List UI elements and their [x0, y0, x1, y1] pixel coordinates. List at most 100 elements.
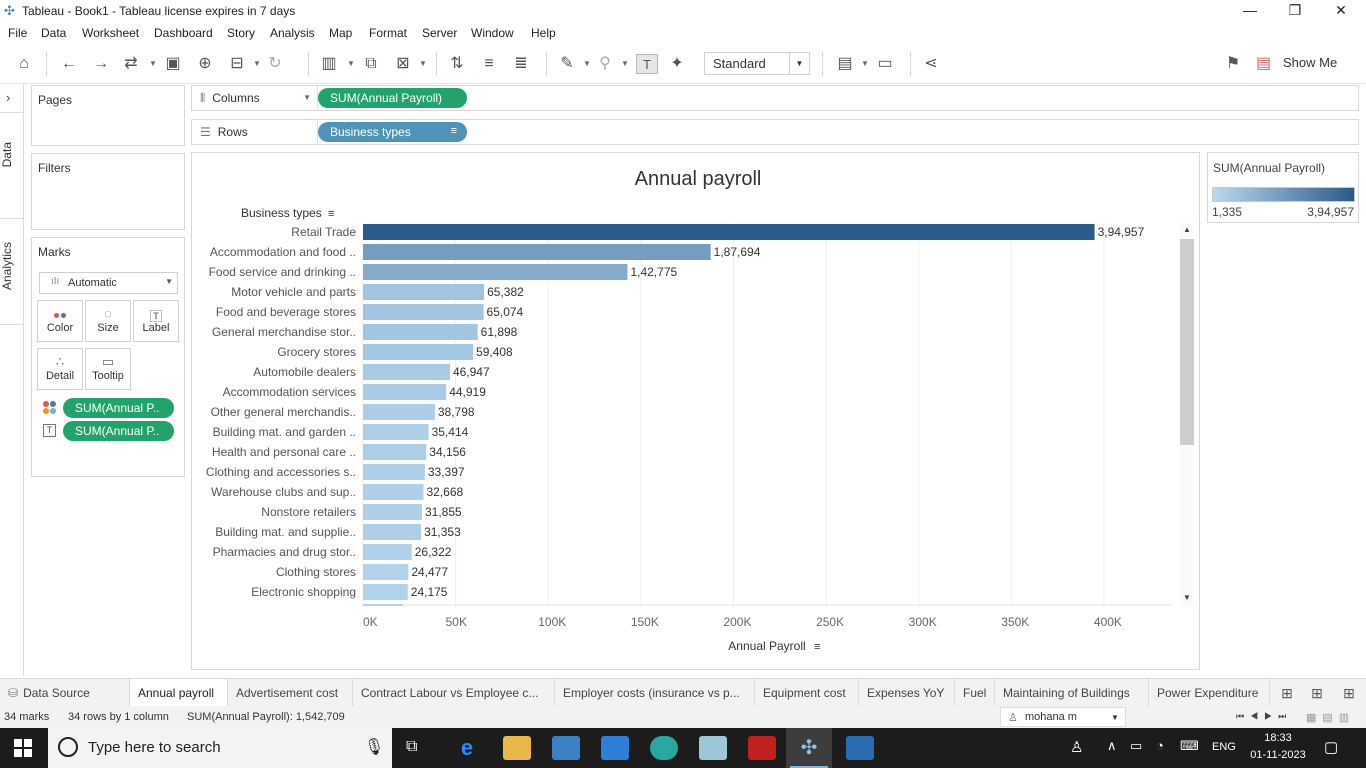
- marks-label-field-pill[interactable]: SUM(Annual P..: [63, 421, 174, 441]
- new-worksheet-icon[interactable]: ▥: [318, 54, 340, 74]
- menu-worksheet[interactable]: Worksheet: [82, 26, 139, 40]
- notepad-icon[interactable]: [699, 736, 727, 760]
- columns-shelf[interactable]: ⦀ Columns ▼ SUM(Annual Payroll): [191, 85, 1359, 111]
- share-icon[interactable]: ⋖: [920, 54, 942, 74]
- taskbar-search-box[interactable]: Type here to search 🎙: [48, 728, 392, 768]
- menu-analysis[interactable]: Analysis: [270, 26, 315, 40]
- acrobat-icon[interactable]: [748, 736, 776, 760]
- scroll-down-icon[interactable]: ▼: [1180, 593, 1194, 602]
- pause-updates-icon[interactable]: ⊟: [226, 54, 248, 74]
- tab-contract-labour[interactable]: Contract Labour vs Employee c...: [353, 679, 555, 706]
- marks-label-button[interactable]: 🅃 Label: [133, 300, 179, 342]
- analytics-tab[interactable]: Analytics: [0, 242, 24, 290]
- new-dashboard-icon[interactable]: ⊞: [1306, 683, 1328, 703]
- tableau-taskbar-icon[interactable]: ✣: [786, 728, 832, 768]
- tab-fuel[interactable]: Fuel: [955, 679, 995, 706]
- microphone-icon[interactable]: 🎙: [364, 737, 384, 757]
- tooltip-pin-icon[interactable]: ⚑: [1222, 54, 1244, 74]
- menu-story[interactable]: Story: [227, 26, 255, 40]
- new-datasource-icon[interactable]: ⊕: [194, 54, 216, 74]
- keyboard-icon[interactable]: ⌨: [1180, 738, 1199, 754]
- pin-icon[interactable]: ✦: [666, 54, 688, 74]
- tab-expenses-yoy[interactable]: Expenses YoY: [859, 679, 955, 706]
- show-cards-icon[interactable]: ▤: [834, 54, 856, 74]
- battery-icon[interactable]: ▭: [1130, 738, 1142, 754]
- chevron-up-icon[interactable]: ∧: [1107, 738, 1117, 754]
- marks-tooltip-button[interactable]: ▭ Tooltip: [85, 348, 131, 390]
- menu-format[interactable]: Format: [369, 26, 407, 40]
- group-icon[interactable]: ⚲: [594, 54, 616, 74]
- vertical-scrollbar[interactable]: ▲ ▼: [1180, 223, 1194, 607]
- data-tab[interactable]: Data: [0, 142, 24, 167]
- tab-annual-payroll[interactable]: Annual payroll: [130, 679, 228, 706]
- close-button[interactable]: ✕: [1331, 2, 1351, 19]
- sheet-navigation-icon[interactable]: ⏮◀▶⏭: [1236, 711, 1292, 722]
- home-icon[interactable]: ⌂: [13, 54, 35, 74]
- highlight-icon[interactable]: ✎: [556, 54, 578, 74]
- photos-icon[interactable]: [846, 736, 874, 760]
- windows-start-icon[interactable]: [14, 739, 32, 757]
- tab-equipment-cost[interactable]: Equipment cost: [755, 679, 859, 706]
- duplicate-sheet-icon[interactable]: ⧉: [360, 54, 382, 74]
- rows-pill[interactable]: Business types ≡: [318, 122, 467, 142]
- refresh-icon[interactable]: ↻: [264, 54, 286, 74]
- tab-advertisement-cost[interactable]: Advertisement cost: [228, 679, 353, 706]
- save-icon[interactable]: ▣: [162, 54, 184, 74]
- edge-legacy-icon[interactable]: e: [453, 736, 481, 760]
- mail-icon[interactable]: [601, 736, 629, 760]
- sort-descending-icon[interactable]: ≣: [510, 54, 532, 74]
- marks-color-field-pill[interactable]: SUM(Annual P..: [63, 398, 174, 418]
- task-view-icon[interactable]: ⧉: [406, 738, 417, 756]
- new-story-icon[interactable]: ⊞: [1338, 683, 1360, 703]
- menu-map[interactable]: Map: [329, 26, 352, 40]
- chevron-down-icon[interactable]: ▼: [614, 54, 636, 74]
- chevron-right-icon[interactable]: ›: [6, 90, 10, 105]
- swap-icon[interactable]: ⇄: [120, 54, 142, 74]
- swap-rows-columns-icon[interactable]: ⇅: [446, 54, 468, 74]
- menu-server[interactable]: Server: [422, 26, 457, 40]
- restore-button[interactable]: ❐: [1285, 2, 1305, 19]
- menu-help[interactable]: Help: [531, 26, 556, 40]
- marks-color-button[interactable]: Color: [37, 300, 83, 342]
- chevron-down-icon[interactable]: ▼: [340, 54, 362, 74]
- show-me-button[interactable]: Show Me: [1283, 55, 1337, 70]
- file-explorer-icon[interactable]: [503, 736, 531, 760]
- pages-card[interactable]: Pages: [31, 85, 185, 146]
- edge-icon[interactable]: [650, 736, 678, 760]
- wifi-icon[interactable]: ◔: [1156, 738, 1164, 753]
- people-icon[interactable]: ♙: [1070, 738, 1083, 756]
- undo-icon[interactable]: ←: [58, 54, 80, 74]
- sort-ascending-icon[interactable]: ≡: [478, 54, 500, 74]
- minimize-button[interactable]: —: [1240, 2, 1260, 18]
- columns-pill[interactable]: SUM(Annual Payroll): [318, 88, 467, 108]
- menu-window[interactable]: Window: [471, 26, 514, 40]
- notifications-icon[interactable]: ▢: [1324, 738, 1338, 756]
- chevron-down-icon[interactable]: ▼: [412, 54, 434, 74]
- menu-data[interactable]: Data: [41, 26, 66, 40]
- marks-detail-button[interactable]: ∴ Detail: [37, 348, 83, 390]
- chevron-down-icon[interactable]: ▼: [854, 54, 876, 74]
- marks-size-button[interactable]: ◌ Size: [85, 300, 131, 342]
- new-worksheet-icon[interactable]: ⊞: [1276, 683, 1298, 703]
- mark-type-select[interactable]: ıIı Automatic ▼: [39, 272, 178, 294]
- presentation-mode-icon[interactable]: ▭: [874, 54, 896, 74]
- chevron-down-icon[interactable]: ▼: [142, 54, 164, 74]
- clock-time[interactable]: 18:33: [1250, 732, 1306, 744]
- show-me-icon[interactable]: ▤: [1256, 54, 1271, 74]
- show-mark-labels-icon[interactable]: T: [636, 54, 658, 74]
- tab-power-expenditure[interactable]: Power Expenditure: [1149, 679, 1270, 706]
- fit-mode-select[interactable]: Standard ▼: [704, 52, 810, 75]
- redo-icon[interactable]: →: [90, 54, 112, 74]
- store-icon[interactable]: [552, 736, 580, 760]
- scrollbar-thumb[interactable]: [1180, 239, 1194, 445]
- tab-employer-costs[interactable]: Employer costs (insurance vs p...: [555, 679, 755, 706]
- tab-maintaining-buildings[interactable]: Maintaining of Buildings: [995, 679, 1149, 706]
- clear-sheet-icon[interactable]: ⊠: [392, 54, 414, 74]
- scroll-up-icon[interactable]: ▲: [1180, 225, 1194, 234]
- rows-shelf[interactable]: ☰ Rows Business types ≡: [191, 119, 1359, 145]
- filters-card[interactable]: Filters: [31, 153, 185, 230]
- menu-dashboard[interactable]: Dashboard: [154, 26, 213, 40]
- tab-data-source[interactable]: ⛁ Data Source: [0, 679, 130, 706]
- language-indicator[interactable]: ENG: [1212, 741, 1236, 753]
- menu-file[interactable]: File: [8, 26, 27, 40]
